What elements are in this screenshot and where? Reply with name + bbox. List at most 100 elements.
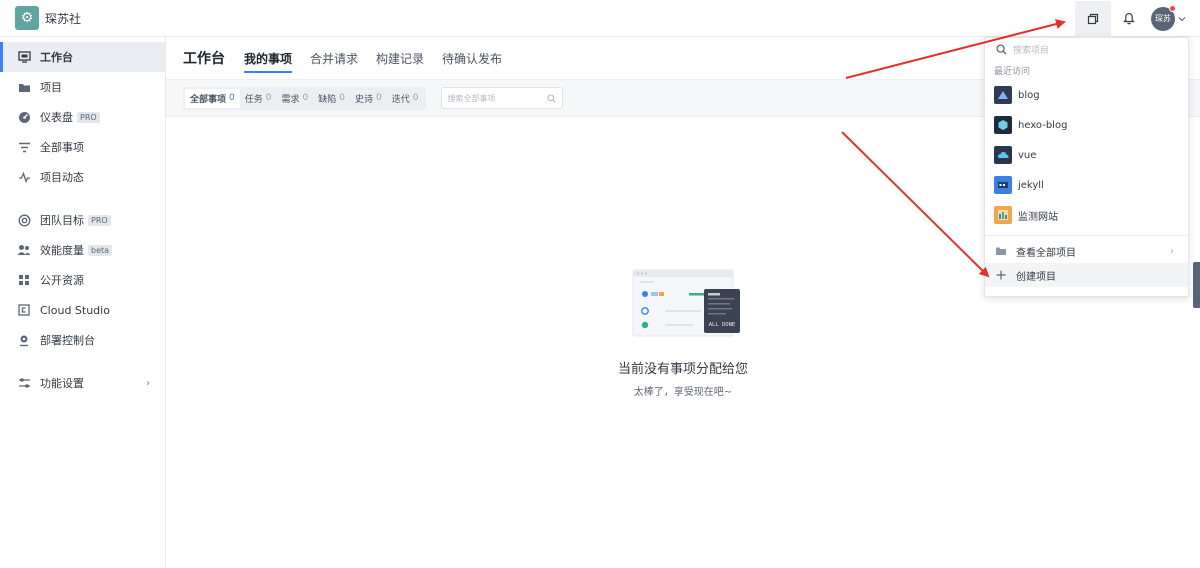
sidebar-item-label: 仪表盘 <box>40 111 73 124</box>
project-item-jekyll[interactable]: jekyll <box>985 170 1188 200</box>
sidebar-item-label: 效能度量 <box>40 244 84 257</box>
filter-count: 0 <box>339 93 345 103</box>
project-name: vue <box>1018 149 1037 161</box>
cloud-studio-icon <box>17 303 31 317</box>
side-feedback-tab[interactable] <box>1193 262 1200 308</box>
illustration-label: ALL DONE <box>709 322 736 328</box>
workbench-icon <box>17 50 31 64</box>
sidebar-item-all-issues[interactable]: 全部事项 <box>0 132 165 162</box>
jekyll-project-icon <box>994 176 1012 194</box>
sidebar-item-label: 全部事项 <box>40 141 84 154</box>
issue-type-filter: 全部事项 0 任务 0 需求 0 缺陷 0 史诗 0 迭代 0 <box>183 86 426 110</box>
chevron-right-icon: › <box>1170 245 1174 257</box>
filter-iteration[interactable]: 迭代 0 <box>387 89 424 108</box>
bell-icon <box>1123 12 1135 25</box>
notifications-button[interactable] <box>1111 1 1147 37</box>
copy-icon <box>1087 13 1099 24</box>
search-icon <box>994 42 1008 56</box>
notification-dot-icon <box>1169 4 1176 12</box>
search-placeholder: 搜索项目 <box>1013 45 1050 56</box>
sidebar-item-cloud-studio[interactable]: Cloud Studio <box>0 295 165 325</box>
sidebar: 工作台 项目 仪表盘 PRO 全部事项 项目动态 团队目标 PRO 效能度量 b… <box>0 37 166 568</box>
sidebar-item-label: 功能设置 <box>40 377 84 390</box>
tab-pending-release[interactable]: 待确认发布 <box>442 37 502 80</box>
sidebar-item-label: 项目动态 <box>40 171 84 184</box>
filter-requirement[interactable]: 需求 0 <box>277 89 314 108</box>
folder-icon <box>17 80 31 94</box>
sidebar-item-activity[interactable]: 项目动态 <box>0 162 165 192</box>
sidebar-item-label: 工作台 <box>40 51 73 64</box>
blog-project-icon <box>994 86 1012 104</box>
settings-icon <box>17 376 31 390</box>
target-icon <box>17 213 31 227</box>
dropdown-divider <box>985 235 1188 236</box>
issue-search-input[interactable]: 搜索全部事项 <box>440 87 563 109</box>
filter-count: 0 <box>412 93 419 103</box>
filter-task[interactable]: 任务 0 <box>240 89 277 108</box>
project-search-input[interactable]: 搜索项目 <box>985 38 1188 60</box>
user-menu[interactable]: 琛苏 <box>1151 4 1186 31</box>
create-project-item[interactable]: 创建项目 <box>985 263 1188 287</box>
pro-badge: PRO <box>77 111 100 123</box>
deploy-icon <box>17 333 31 347</box>
filter-icon <box>17 140 31 154</box>
chevron-down-icon <box>1178 16 1186 21</box>
filter-count: 0 <box>302 93 309 103</box>
filter-count: 0 <box>376 93 382 103</box>
view-all-label: 查看全部项目 <box>1016 247 1076 259</box>
project-name: 监测网站 <box>1018 211 1058 223</box>
team-logo-icon[interactable]: ⚙ <box>15 6 39 30</box>
page-title: 工作台 <box>183 51 225 67</box>
vue-project-icon <box>994 146 1012 164</box>
filter-epic[interactable]: 史诗 0 <box>350 89 387 108</box>
filter-label: 任务 <box>244 94 263 105</box>
recent-section-label: 最近访问 <box>994 66 1031 77</box>
empty-state-title: 当前没有事项分配给您 <box>617 362 748 377</box>
filter-label: 迭代 <box>391 94 410 105</box>
filter-label: 缺陷 <box>318 94 337 105</box>
top-bar: ⚙ 琛苏社 琛苏 <box>0 0 1200 37</box>
filter-count: 0 <box>265 93 272 103</box>
project-item-vue[interactable]: vue <box>985 140 1188 170</box>
team-metrics-icon <box>17 243 31 257</box>
sidebar-item-dashboard[interactable]: 仪表盘 PRO <box>0 102 165 132</box>
sidebar-item-projects[interactable]: 项目 <box>0 72 165 102</box>
view-all-projects-item[interactable]: 查看全部项目 › <box>985 239 1188 263</box>
project-item-blog[interactable]: blog <box>985 80 1188 110</box>
create-project-label: 创建项目 <box>1016 271 1056 283</box>
search-icon <box>546 93 556 103</box>
beta-badge: beta <box>88 244 113 256</box>
team-name[interactable]: 琛苏社 <box>45 10 81 27</box>
sidebar-item-deploy-console[interactable]: 部署控制台 <box>0 325 165 355</box>
sidebar-item-workbench[interactable]: 工作台 <box>0 42 165 72</box>
project-name: hexo-blog <box>1018 119 1068 131</box>
project-item-hexo-blog[interactable]: hexo-blog <box>985 110 1188 140</box>
projects-switch-button[interactable] <box>1075 0 1111 37</box>
monitor-project-icon <box>994 206 1012 224</box>
empty-state-illustration: ALL DONE <box>632 269 740 337</box>
filter-label: 需求 <box>281 94 300 105</box>
filter-label: 全部事项 <box>190 94 227 105</box>
sidebar-item-label: 部署控制台 <box>40 334 95 347</box>
project-item-monitor-site[interactable]: 监测网站 <box>985 200 1188 230</box>
filter-count: 0 <box>229 93 235 103</box>
sidebar-item-metrics[interactable]: 效能度量 beta <box>0 235 165 265</box>
sidebar-item-team-goals[interactable]: 团队目标 PRO <box>0 205 165 235</box>
dashboard-icon <box>17 110 31 124</box>
activity-icon <box>17 170 31 184</box>
sidebar-item-public-resources[interactable]: 公开资源 <box>0 265 165 295</box>
grid-icon <box>17 273 31 287</box>
pro-badge: PRO <box>88 214 111 226</box>
sidebar-item-feature-settings[interactable]: 功能设置 › <box>0 368 165 398</box>
top-right-actions: 琛苏 <box>1075 0 1200 37</box>
tab-merge-requests[interactable]: 合并请求 <box>310 37 358 80</box>
tab-build-records[interactable]: 构建记录 <box>376 37 424 80</box>
sidebar-item-label: 公开资源 <box>40 274 84 287</box>
filter-defect[interactable]: 缺陷 0 <box>313 89 350 108</box>
filter-label: 史诗 <box>355 94 374 105</box>
filter-all[interactable]: 全部事项 0 <box>185 88 240 108</box>
tab-my-issues[interactable]: 我的事项 <box>244 37 293 80</box>
project-switcher-dropdown: 搜索项目 最近访问 blog hexo-blog vue jekyll 监测网站 <box>984 37 1189 297</box>
